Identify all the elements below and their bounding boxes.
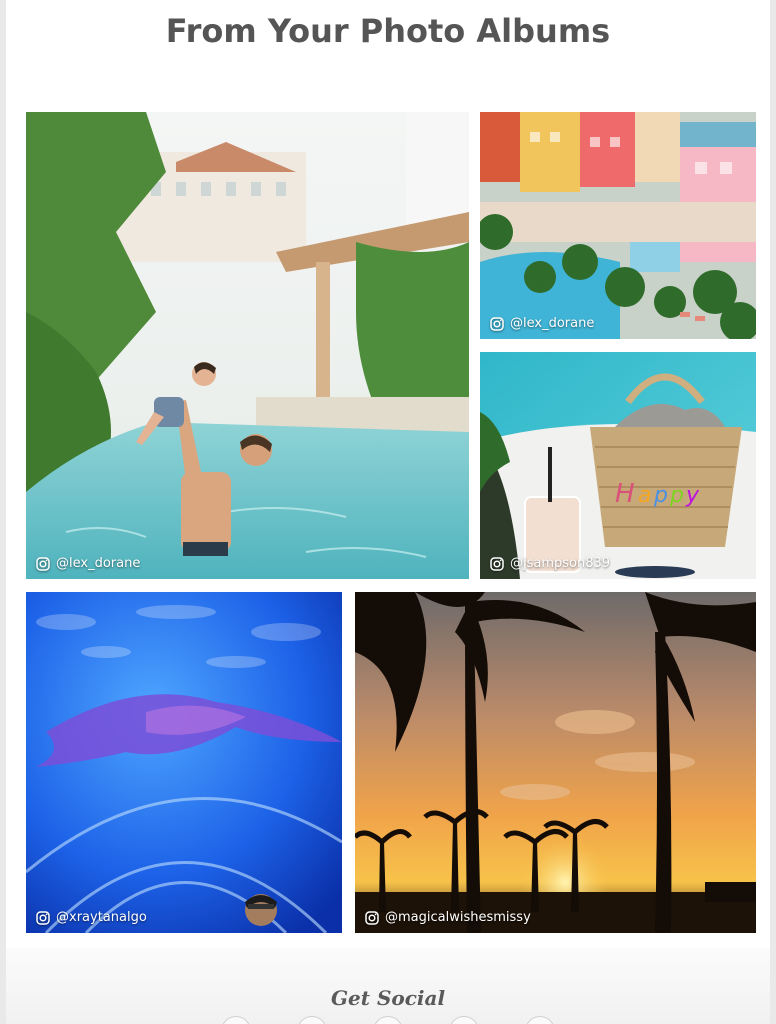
social-link-icon[interactable]: [525, 1016, 555, 1024]
photo-tile-straw-bag[interactable]: H a p p y @jsampson839: [480, 352, 756, 579]
get-social-heading: Get Social: [330, 986, 446, 1010]
photo-credit-handle: @lex_dorane: [510, 316, 595, 331]
photo-pool-family: [26, 112, 469, 579]
photo-aquarium: [26, 592, 342, 933]
photo-credit-handle: @lex_dorane: [56, 556, 141, 571]
svg-text:a: a: [638, 483, 651, 508]
photo-credit[interactable]: @jsampson839: [490, 556, 610, 571]
social-icons-row: [0, 1016, 776, 1024]
photo-tile-pool-family[interactable]: @lex_dorane: [26, 112, 469, 579]
social-link-icon[interactable]: [373, 1016, 403, 1024]
section-title: From Your Photo Albums: [165, 12, 611, 50]
instagram-icon: [36, 556, 50, 571]
instagram-icon: [490, 316, 504, 331]
photo-credit[interactable]: @xraytanalgo: [36, 910, 147, 925]
social-link-icon[interactable]: [297, 1016, 327, 1024]
photo-credit-handle: @jsampson839: [510, 556, 611, 571]
photo-credit-handle: @magicalwishesmissy: [385, 910, 531, 925]
social-link-icon[interactable]: [449, 1016, 479, 1024]
photo-tile-sunset-palms[interactable]: @magicalwishesmissy: [355, 592, 756, 933]
instagram-icon: [36, 910, 50, 925]
photo-sunset-palms: [355, 592, 756, 933]
social-link-icon[interactable]: [221, 1016, 251, 1024]
photo-tile-resort-aerial[interactable]: @lex_dorane: [480, 112, 756, 339]
instagram-icon: [365, 910, 379, 925]
photo-credit[interactable]: @magicalwishesmissy: [365, 910, 531, 925]
photo-credit[interactable]: @lex_dorane: [490, 316, 594, 331]
photo-credit[interactable]: @lex_dorane: [36, 556, 140, 571]
photo-straw-bag: H a p p y: [480, 352, 756, 579]
photo-resort-aerial: [480, 112, 756, 339]
photo-tile-aquarium[interactable]: @xraytanalgo: [26, 592, 342, 933]
instagram-icon: [490, 556, 504, 571]
photo-credit-handle: @xraytanalgo: [56, 910, 147, 925]
svg-text:p: p: [653, 483, 668, 508]
svg-text:p: p: [669, 483, 684, 508]
svg-text:y: y: [685, 483, 700, 508]
svg-text:H: H: [615, 479, 635, 509]
